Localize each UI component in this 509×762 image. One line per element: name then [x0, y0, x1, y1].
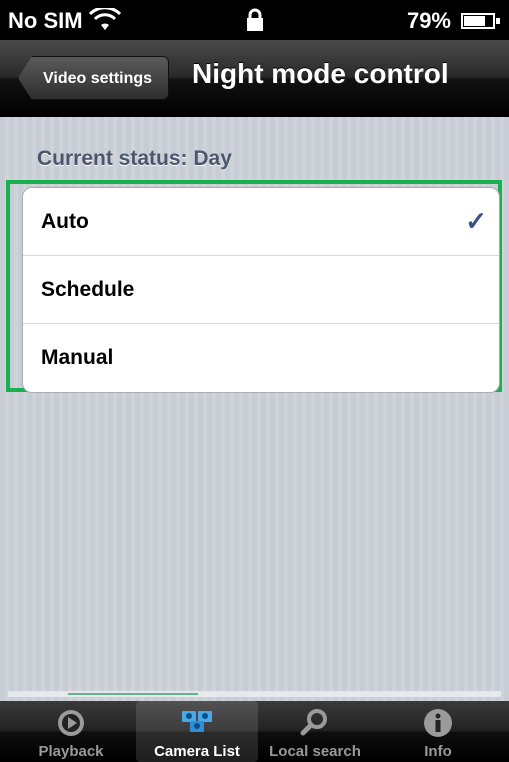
tab-bar: Playback Camera List Local search Info: [0, 701, 509, 762]
search-icon: [300, 709, 327, 736]
wifi-icon: [88, 8, 122, 30]
back-button[interactable]: Video settings: [18, 56, 170, 100]
tab-label: Local search: [269, 743, 361, 760]
carrier-label: No SIM: [8, 8, 83, 33]
page-title: Night mode control: [192, 58, 449, 89]
current-status-label: Current status: Day: [37, 147, 232, 170]
battery-fill: [464, 16, 485, 26]
option-label: Manual: [41, 346, 114, 369]
content-area: Current status: Day Auto ✓ Schedule Manu…: [0, 117, 509, 701]
scroll-indicator: [8, 691, 501, 697]
battery-nub: [496, 18, 500, 24]
option-label: Schedule: [41, 278, 135, 301]
night-mode-options: Auto ✓ Schedule Manual: [22, 187, 500, 393]
playback-icon: [58, 710, 84, 736]
battery-percent: 79%: [406, 8, 451, 33]
scroll-indicator-thumb: [68, 693, 198, 695]
option-auto[interactable]: Auto ✓: [23, 188, 499, 256]
tab-local-search[interactable]: Local search: [254, 701, 376, 762]
option-schedule[interactable]: Schedule: [23, 256, 499, 324]
tab-label: Info: [424, 743, 452, 760]
tab-label: Camera List: [154, 743, 240, 760]
option-manual[interactable]: Manual: [23, 324, 499, 392]
camera-list-icon: [182, 711, 212, 732]
tab-label: Playback: [38, 743, 104, 760]
status-bar: No SIM 79%: [0, 0, 509, 40]
option-label: Auto: [41, 210, 89, 233]
tab-playback[interactable]: Playback: [10, 701, 132, 762]
navigation-bar: Video settings Night mode control: [0, 40, 509, 117]
info-icon: [424, 709, 452, 737]
checkmark-icon: ✓: [465, 206, 487, 236]
tab-info[interactable]: Info: [377, 701, 499, 762]
tab-camera-list[interactable]: Camera List: [136, 701, 258, 762]
battery-icon: [461, 13, 500, 29]
lock-icon: [247, 8, 263, 31]
screen: No SIM 79% Video settings Night mode con…: [0, 0, 509, 762]
